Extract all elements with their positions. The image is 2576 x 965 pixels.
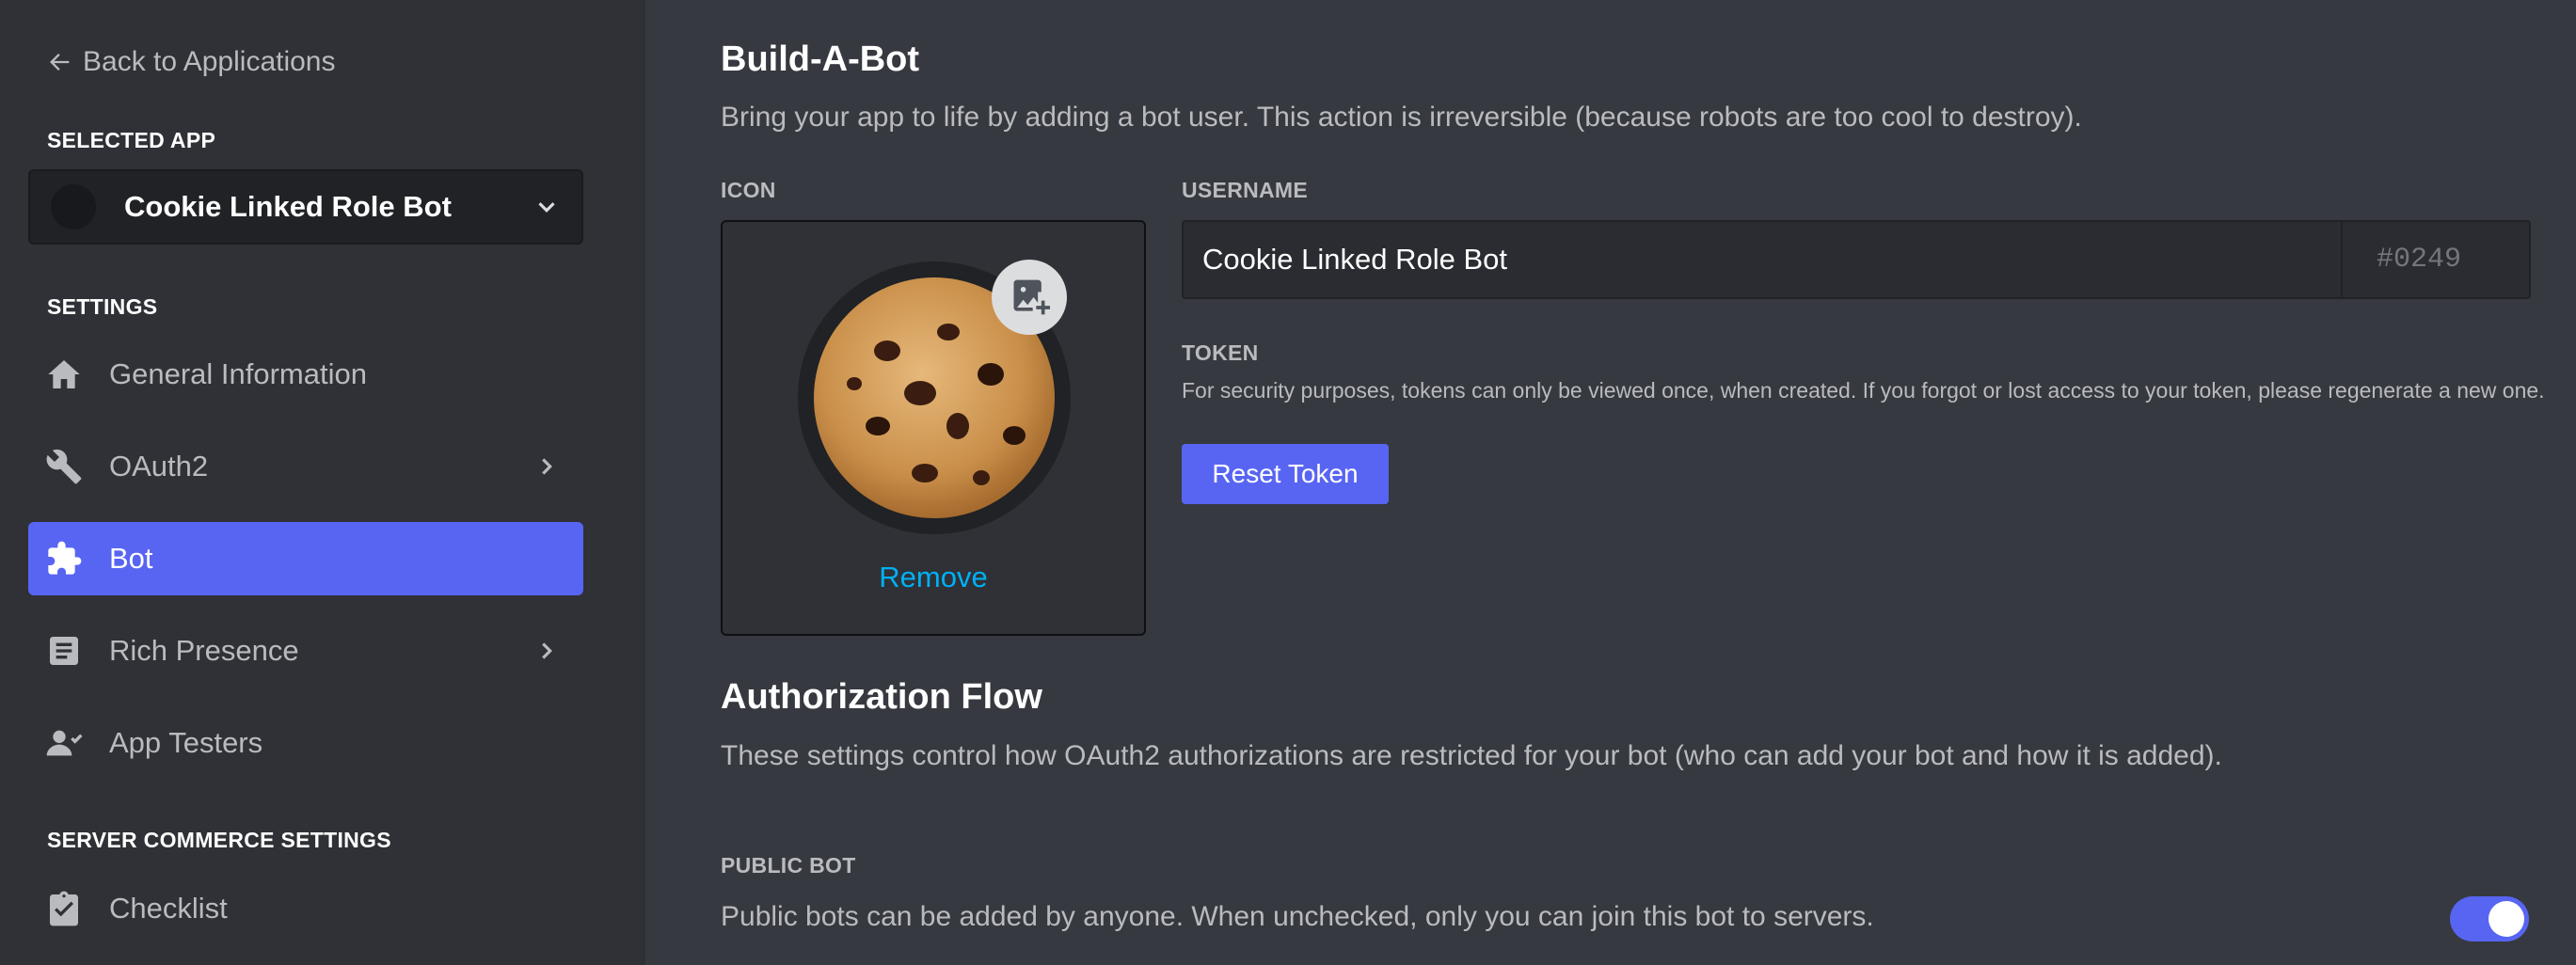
sidebar-item-label: Rich Presence [109,634,299,667]
back-to-applications-link[interactable]: Back to Applications [47,45,336,79]
upload-image-button[interactable] [992,260,1067,335]
clipboard-check-icon [45,890,83,927]
sidebar-item-label: Bot [109,542,153,575]
sidebar-item-general-information[interactable]: General Information [28,338,583,411]
person-icon [45,724,83,762]
sidebar-item-rich-presence[interactable]: Rich Presence [28,614,583,688]
arrow-left-icon [50,54,70,71]
puzzle-icon [45,540,83,577]
chevron-down-icon [538,202,555,213]
token-label: TOKEN [1182,340,1259,365]
build-a-bot-title: Build-A-Bot [721,40,920,79]
settings-heading: SETTINGS [47,294,158,319]
main-content: Build-A-Bot Bring your app to life by ad… [645,0,2576,965]
reset-token-button[interactable]: Reset Token [1182,444,1389,504]
icon-label: ICON [721,178,776,202]
chevron-right-icon [542,642,552,659]
app-selector-dropdown[interactable]: Cookie Linked Role Bot [28,169,583,245]
sidebar-item-bot[interactable]: Bot [28,522,583,595]
app-avatar [51,184,96,229]
username-field: #0249 [1182,220,2531,299]
public-bot-label: PUBLIC BOT [721,853,856,878]
home-icon [45,356,83,393]
public-bot-description: Public bots can be added by anyone. When… [721,901,1874,932]
server-commerce-heading: SERVER COMMERCE SETTINGS [47,828,391,852]
username-label: USERNAME [1182,178,1309,202]
sidebar-item-label: Checklist [109,892,228,925]
authorization-flow-description: These settings control how OAuth2 author… [721,740,2222,771]
wrench-icon [45,448,83,485]
sidebar-item-checklist[interactable]: Checklist [28,872,583,945]
sidebar: Back to Applications SELECTED APP Cookie… [0,0,645,965]
app-selector-name: Cookie Linked Role Bot [124,190,452,223]
authorization-flow-title: Authorization Flow [721,677,1042,717]
build-a-bot-description: Bring your app to life by adding a bot u… [721,102,2082,133]
token-description: For security purposes, tokens can only b… [1182,378,2545,403]
image-plus-icon [1013,279,1050,315]
sidebar-item-label: App Testers [109,726,263,759]
sidebar-item-app-testers[interactable]: App Testers [28,706,583,780]
sidebar-item-label: General Information [109,357,367,390]
username-input[interactable] [1184,221,2341,298]
sidebar-item-oauth2[interactable]: OAuth2 [28,430,583,503]
chevron-right-icon [542,458,552,475]
document-icon [45,632,83,670]
selected-app-heading: SELECTED APP [47,128,216,152]
back-label: Back to Applications [83,46,336,77]
bot-icon-uploader[interactable]: Remove [721,220,1146,636]
sidebar-item-label: OAuth2 [109,450,209,482]
public-bot-toggle[interactable] [2450,896,2529,941]
remove-icon-link[interactable]: Remove [723,561,1144,594]
discriminator: #0249 [2341,222,2529,297]
toggle-knob [2489,901,2524,937]
